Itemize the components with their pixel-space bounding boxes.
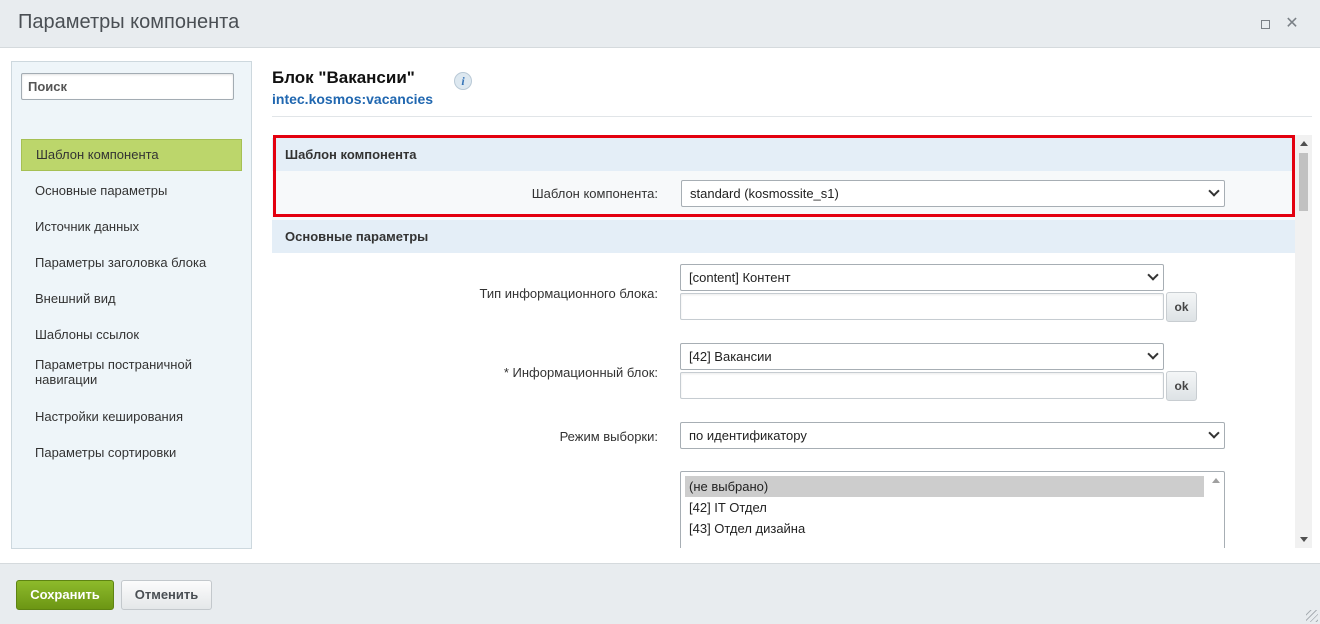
component-title: Блок "Вакансии" xyxy=(272,68,415,87)
sidebar: Шаблон компонента Основные параметры Ист… xyxy=(11,61,252,549)
search-input[interactable] xyxy=(21,73,234,100)
iblock-type-label: Тип информационного блока: xyxy=(479,286,658,301)
scroll-down-icon[interactable] xyxy=(1300,537,1308,542)
divider xyxy=(272,116,1312,117)
sidebar-item-template[interactable]: Шаблон компонента xyxy=(21,139,242,171)
dialog-body: Шаблон компонента Основные параметры Ист… xyxy=(0,48,1320,563)
component-code: intec.kosmos:vacancies xyxy=(272,91,434,107)
content-panel: Блок "Вакансии" i intec.kosmos:vacancies… xyxy=(272,48,1312,563)
iblock-input[interactable] xyxy=(680,372,1164,399)
sidebar-item-link-templates[interactable]: Шаблоны ссылок xyxy=(21,318,242,354)
iblock-type-select-value: [content] Контент xyxy=(689,270,791,285)
cancel-button[interactable]: Отменить xyxy=(121,580,212,610)
close-icon[interactable]: ✕ xyxy=(1283,15,1301,33)
dialog-title: Параметры компонента xyxy=(18,11,240,33)
scroll-up-icon[interactable] xyxy=(1300,141,1308,146)
sidebar-item-sorting[interactable]: Параметры сортировки xyxy=(21,436,242,472)
list-item[interactable]: (не выбрано) xyxy=(685,476,1204,497)
iblock-type-input[interactable] xyxy=(680,293,1164,320)
sidebar-item-caching[interactable]: Настройки кеширования xyxy=(21,400,242,436)
iblock-ok-button[interactable]: ok xyxy=(1166,371,1197,401)
list-item[interactable]: [42] IT Отдел xyxy=(685,497,1204,518)
mode-label: Режим выборки: xyxy=(559,429,658,444)
chevron-down-icon xyxy=(1147,269,1159,281)
template-select-value: standard (kosmossite_s1) xyxy=(690,186,839,201)
list-item[interactable]: [43] Отдел дизайна xyxy=(685,518,1204,539)
mode-select[interactable]: по идентификатору xyxy=(680,422,1225,449)
chevron-down-icon xyxy=(1208,427,1220,439)
chevron-down-icon xyxy=(1147,348,1159,360)
iblock-select[interactable]: [42] Вакансии xyxy=(680,343,1164,370)
save-button[interactable]: Сохранить xyxy=(16,580,114,610)
scrollbar-thumb[interactable] xyxy=(1299,153,1308,211)
iblock-select-value: [42] Вакансии xyxy=(689,349,772,364)
chevron-down-icon xyxy=(1208,185,1220,197)
section-main-header: Основные параметры xyxy=(272,220,1295,253)
maximize-icon[interactable] xyxy=(1256,15,1274,33)
sidebar-item-block-header[interactable]: Параметры заголовка блока xyxy=(21,246,242,282)
scroll-up-icon[interactable] xyxy=(1212,478,1220,483)
info-icon[interactable]: i xyxy=(454,72,472,90)
iblock-type-select[interactable]: [content] Контент xyxy=(680,264,1164,291)
iblock-label: * Информационный блок: xyxy=(503,365,658,380)
template-field-label: Шаблон компонента: xyxy=(531,186,658,201)
sidebar-nav: Шаблон компонента Основные параметры Ист… xyxy=(21,139,242,472)
listbox-scrollbar[interactable] xyxy=(1208,472,1224,548)
sidebar-item-main-params[interactable]: Основные параметры xyxy=(21,174,242,210)
dialog-titlebar: Параметры компонента ✕ xyxy=(0,0,1320,48)
sidebar-item-appearance[interactable]: Внешний вид xyxy=(21,282,242,318)
mode-select-value: по идентификатору xyxy=(689,428,807,443)
iblock-type-ok-button[interactable]: ok xyxy=(1166,292,1197,322)
sidebar-item-pagination[interactable]: Параметры постраничной навигации xyxy=(21,354,242,400)
params-scroll-area: Шаблон компонента Шаблон компонента: sta… xyxy=(272,135,1312,548)
dialog-footer: Сохранить Отменить xyxy=(0,563,1320,624)
vertical-scrollbar[interactable] xyxy=(1295,135,1312,548)
sidebar-item-data-source[interactable]: Источник данных xyxy=(21,210,242,246)
section-template-header: Шаблон компонента xyxy=(272,138,1295,171)
section-listbox[interactable]: (не выбрано) [42] IT Отдел [43] Отдел ди… xyxy=(680,471,1225,548)
resize-handle-icon[interactable] xyxy=(1306,610,1318,622)
template-select[interactable]: standard (kosmossite_s1) xyxy=(681,180,1225,207)
